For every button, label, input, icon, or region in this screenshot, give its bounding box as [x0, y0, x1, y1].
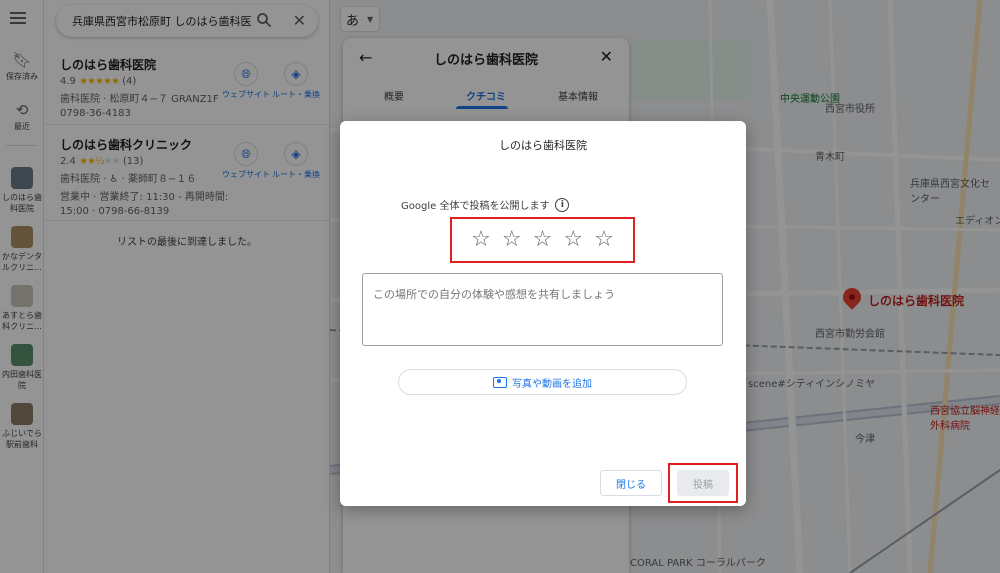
star-1-icon[interactable]: ☆	[471, 229, 491, 251]
review-textarea[interactable]	[362, 273, 723, 346]
public-notice: Google 全体で投稿を公開します i	[401, 197, 570, 212]
dialog-title: しのはら歯科医院	[499, 139, 587, 152]
star-4-icon[interactable]: ☆	[563, 229, 583, 251]
star-2-icon[interactable]: ☆	[502, 229, 522, 251]
close-button[interactable]: 閉じる	[600, 470, 662, 496]
post-button[interactable]: 投稿	[677, 470, 729, 496]
star-5-icon[interactable]: ☆	[594, 229, 614, 251]
info-icon[interactable]: i	[555, 197, 570, 212]
review-dialog: しのはら歯科医院 Google 全体で投稿を公開します i ☆ ☆ ☆ ☆ ☆ …	[340, 121, 746, 506]
add-photo-icon	[493, 376, 507, 388]
star-3-icon[interactable]: ☆	[533, 229, 553, 251]
star-rating-highlight: ☆ ☆ ☆ ☆ ☆	[450, 217, 635, 263]
public-notice-text: Google 全体で投稿を公開します	[401, 201, 550, 212]
add-photo-video-button[interactable]: 写真や動画を追加	[398, 369, 687, 395]
add-media-label: 写真や動画を追加	[512, 378, 592, 390]
